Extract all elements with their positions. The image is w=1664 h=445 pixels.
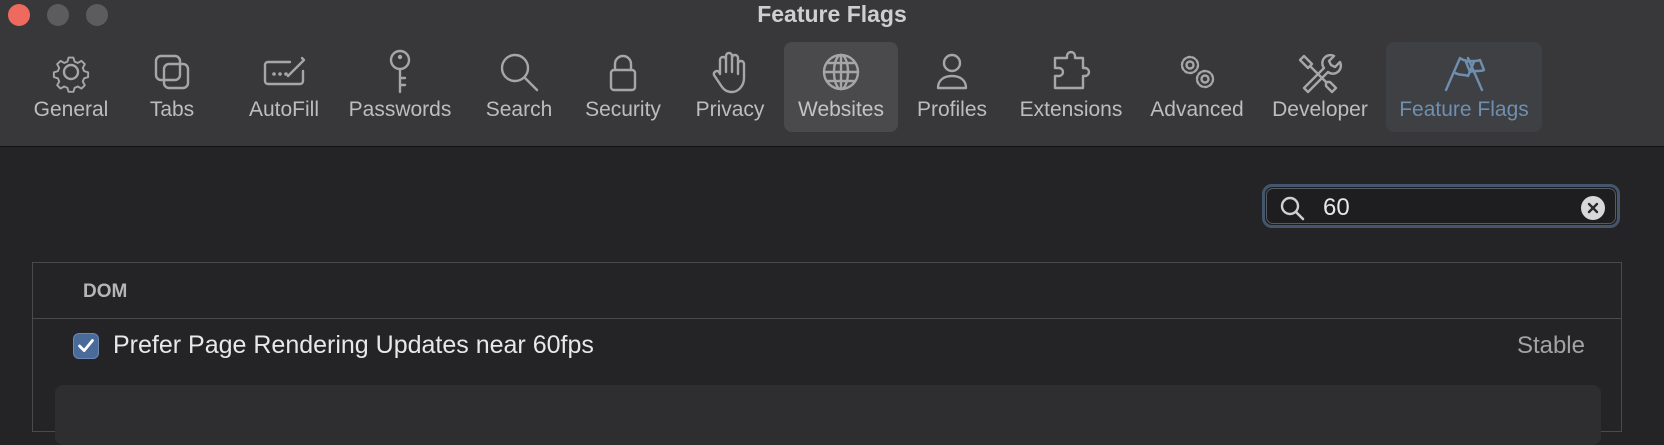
tab-search[interactable]: Search — [476, 42, 562, 132]
search-field[interactable] — [1262, 184, 1620, 228]
tab-label: Search — [485, 98, 553, 121]
tab-label: Security — [585, 98, 661, 121]
tab-developer[interactable]: Developer — [1264, 42, 1376, 132]
search-icon — [500, 53, 539, 92]
tab-advanced[interactable]: Advanced — [1144, 42, 1250, 132]
tab-label: General — [33, 98, 109, 121]
tab-privacy[interactable]: Privacy — [684, 42, 776, 132]
tab-label: AutoFill — [248, 98, 320, 121]
tab-label: Profiles — [916, 98, 988, 121]
flag-status: Stable — [1516, 332, 1585, 359]
search-input[interactable] — [1321, 191, 1565, 225]
tab-websites[interactable]: Websites — [784, 42, 898, 132]
tools-icon — [1298, 53, 1343, 94]
tab-extensions[interactable]: Extensions — [1012, 42, 1130, 132]
tab-label: Websites — [798, 98, 884, 121]
tab-label: Privacy — [695, 98, 765, 121]
flag-row[interactable]: Prefer Page Rendering Updates near 60fps… — [33, 319, 1621, 377]
autofill-icon — [263, 56, 306, 86]
tab-general[interactable]: General — [22, 42, 120, 132]
title-bar: Feature Flags General Tabs AutoFill Pass… — [0, 0, 1664, 147]
gear-icon — [52, 56, 90, 93]
tab-label: Developer — [1272, 98, 1368, 121]
flag-checkbox[interactable] — [73, 333, 99, 359]
window-title: Feature Flags — [757, 1, 907, 27]
tabs-icon — [154, 54, 190, 90]
key-icon — [389, 49, 411, 94]
hand-icon — [712, 51, 746, 94]
tab-security[interactable]: Security — [576, 42, 670, 132]
section-title: DOM — [83, 281, 128, 302]
feature-flags-list: DOM Prefer Page Rendering Updates near 6… — [32, 262, 1622, 445]
section-header: DOM — [33, 263, 1621, 319]
flag-label: Prefer Page Rendering Updates near 60fps — [113, 331, 594, 359]
preferences-toolbar: General Tabs AutoFill Passwords Search S… — [0, 42, 1664, 134]
search-icon — [1280, 196, 1305, 221]
tab-label: Advanced — [1150, 98, 1244, 121]
globe-icon — [822, 53, 860, 91]
tab-label: Passwords — [348, 98, 452, 121]
tab-tabs[interactable]: Tabs — [132, 42, 212, 132]
clear-search-icon[interactable] — [1581, 196, 1605, 220]
flag-detail-area — [55, 385, 1601, 445]
puzzle-icon — [1053, 50, 1091, 90]
tab-label: Extensions — [1019, 98, 1123, 121]
tab-profiles[interactable]: Profiles — [906, 42, 998, 132]
tab-label: Feature Flags — [1399, 98, 1529, 121]
tab-label: Tabs — [149, 98, 195, 121]
tab-feature-flags[interactable]: Feature Flags — [1386, 42, 1542, 132]
checkmark-icon — [78, 339, 94, 352]
tab-passwords[interactable]: Passwords — [340, 42, 460, 132]
tab-autofill[interactable]: AutoFill — [238, 42, 330, 132]
person-icon — [936, 53, 968, 90]
lock-icon — [609, 54, 637, 92]
gears-icon — [1180, 55, 1215, 89]
flags-icon — [1444, 56, 1486, 92]
